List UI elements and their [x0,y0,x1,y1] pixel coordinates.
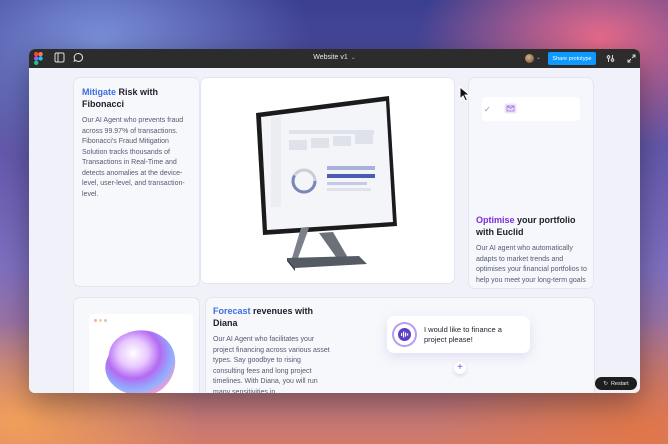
check-icon: ✓ [484,105,491,114]
restart-button[interactable]: ↻ Restart [595,377,637,390]
mitigate-risk-card: Mitigate Risk with Fibonacci Our AI Agen… [74,78,199,286]
mitigate-title-accent: Mitigate [82,87,117,97]
optimise-card-body: Our AI agent who automatically adapts to… [476,245,587,284]
restart-label: Restart [610,380,629,387]
optimise-card-title: Optimise your portfolio with Euclid [476,214,590,238]
mitigate-card-title: Mitigate Risk with Fibonacci [82,86,191,110]
forecast-card-title: Forecast revenues with Diana [213,305,333,329]
add-icon[interactable]: + [454,362,466,374]
mail-icon [504,103,517,114]
expand-icon[interactable] [626,53,637,64]
forecast-revenue-card: Forecast revenues with Diana Our AI Agen… [206,298,594,393]
optimise-preview-panel [482,97,580,121]
voice-agent-icon [394,324,415,345]
panel-icon[interactable] [54,52,67,65]
forecast-text: Forecast revenues with Diana Our AI Agen… [213,305,333,393]
mitigate-card-body: Our AI Agent who prevents fraud across 9… [82,117,185,198]
figma-logo-icon[interactable] [34,52,47,65]
restart-icon: ↻ [603,380,608,387]
monitor-illustration [256,96,397,271]
chevron-down-icon[interactable]: ⌄ [351,55,356,61]
prototype-canvas: Mitigate Risk with Fibonacci Our AI Agen… [29,68,640,393]
chat-message-bubble: I would like to finance a project please… [387,316,530,353]
toolbar: Website v1 ⌄ ⌄ Share prototype [29,49,640,68]
avatar[interactable] [525,54,534,63]
optimise-portfolio-card: ✓ Optimise your portfolio with Euclid Ou… [469,78,593,288]
prototype-window: Website v1 ⌄ ⌄ Share prototype Mitigate R… [29,49,640,393]
gradient-blob-image [105,330,176,393]
prototype-title-text[interactable]: Website v1 [313,54,348,61]
product-image-card [201,78,454,283]
optimise-title-accent: Optimise [476,215,515,225]
settings-icon[interactable] [605,53,616,64]
share-prototype-button[interactable]: Share prototype [548,52,596,65]
mouse-cursor-icon [459,86,471,102]
forecast-title-accent: Forecast [213,306,251,316]
ai-blob-card [74,298,199,393]
optimise-text: Optimise your portfolio with Euclid Our … [476,214,590,286]
avatar-chevron-icon[interactable]: ⌄ [536,54,541,61]
forecast-card-body: Our AI Agent who facilitates your projec… [213,336,330,393]
chat-message-text: I would like to finance a project please… [424,325,502,344]
blob-preview-panel [89,314,193,393]
comment-icon[interactable] [73,52,86,65]
